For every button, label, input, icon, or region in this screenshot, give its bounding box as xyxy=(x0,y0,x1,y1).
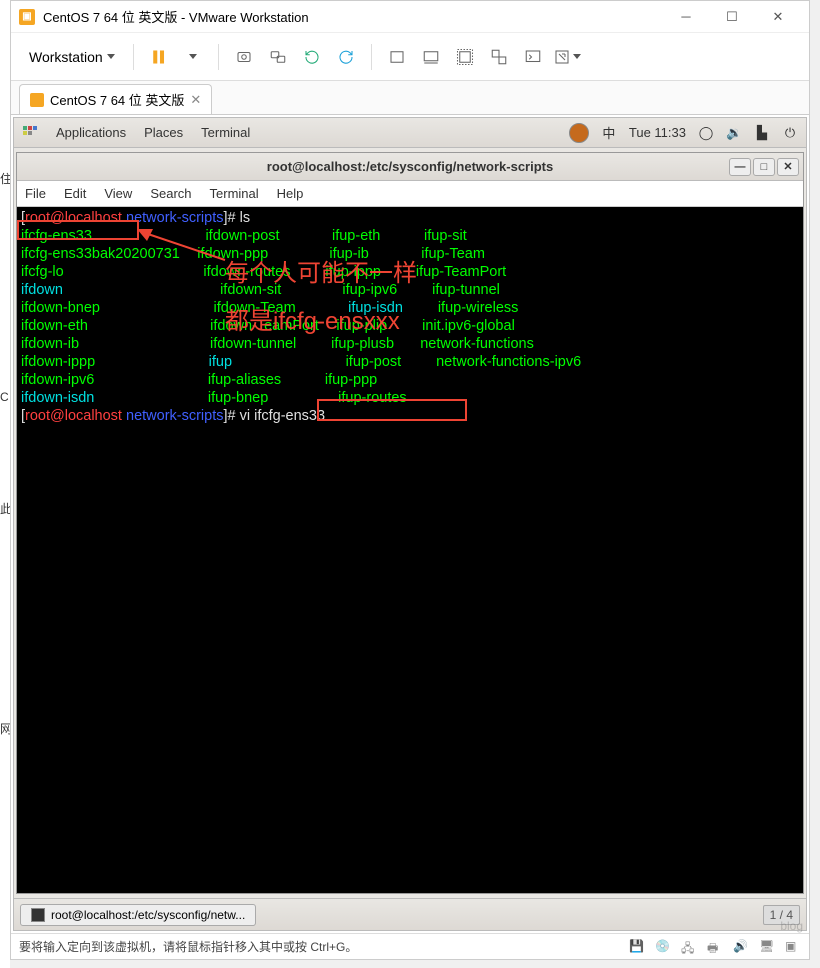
status-hint: 要将输入定向到该虚拟机，请将鼠标指针移入其中或按 Ctrl+G。 xyxy=(19,938,357,955)
printer-icon[interactable]: 🖶 xyxy=(707,939,723,955)
view-single-button[interactable] xyxy=(382,42,412,72)
net-icon[interactable]: 🖧 xyxy=(681,939,697,955)
annotation-box-1 xyxy=(17,220,139,240)
volume-icon[interactable]: 🔉 xyxy=(726,125,742,141)
vmware-toolbar: Workstation xyxy=(11,33,809,81)
vmware-window: ▣ CentOS 7 64 位 英文版 - VMware Workstation… xyxy=(10,0,810,960)
hd-icon[interactable]: 💾 xyxy=(629,939,645,955)
desktop-letter: C xyxy=(0,390,9,404)
vmware-titlebar: ▣ CentOS 7 64 位 英文版 - VMware Workstation… xyxy=(11,1,809,33)
accessibility-icon[interactable]: ◯ xyxy=(698,125,714,141)
annotation-text-2: 都是ifcfg-ensxxx xyxy=(225,307,400,337)
workstation-menu[interactable]: Workstation xyxy=(21,45,123,69)
term-menu-search[interactable]: Search xyxy=(150,186,191,201)
terminal-menu-bar: File Edit View Search Terminal Help xyxy=(17,181,803,207)
gnome-top-bar: Applications Places Terminal 中 Tue 11:33… xyxy=(14,118,806,148)
terminal-window: root@localhost:/etc/sysconfig/network-sc… xyxy=(16,152,804,894)
snapshot-manage-button[interactable] xyxy=(263,42,293,72)
vmware-status-bar: 要将输入定向到该虚拟机，请将鼠标指针移入其中或按 Ctrl+G。 💾 💿 🖧 🖶… xyxy=(11,933,809,959)
gnome-places-menu[interactable]: Places xyxy=(144,125,183,140)
term-menu-terminal[interactable]: Terminal xyxy=(210,186,259,201)
play-dropdown-icon[interactable] xyxy=(178,42,208,72)
gnome-bottom-panel: root@localhost:/etc/sysconfig/netw... 1 … xyxy=(14,898,806,930)
stretch-button[interactable] xyxy=(552,42,582,72)
annotation-arrow-icon xyxy=(135,225,235,265)
vmware-logo-icon: ▣ xyxy=(19,9,35,25)
snapshot-button[interactable] xyxy=(229,42,259,72)
chevron-down-icon xyxy=(107,54,115,59)
term-menu-view[interactable]: View xyxy=(104,186,132,201)
watermark: blog xyxy=(780,919,803,933)
minimize-button[interactable]: ─ xyxy=(663,2,709,32)
console-button[interactable] xyxy=(518,42,548,72)
term-maximize-button[interactable]: □ xyxy=(753,158,775,176)
terminal-task-icon xyxy=(31,908,45,922)
view-console-button[interactable] xyxy=(416,42,446,72)
usb-icon[interactable]: ▣ xyxy=(785,939,801,955)
annotation-text-1: 每个人可能不一样 xyxy=(225,259,417,289)
taskbar-terminal-button[interactable]: root@localhost:/etc/sysconfig/netw... xyxy=(20,904,256,926)
term-menu-help[interactable]: Help xyxy=(277,186,304,201)
display-icon[interactable]: 🖥 xyxy=(759,939,775,955)
terminal-titlebar[interactable]: root@localhost:/etc/sysconfig/network-sc… xyxy=(17,153,803,181)
notification-icon[interactable] xyxy=(569,123,589,143)
revert-button[interactable] xyxy=(297,42,327,72)
close-button[interactable]: ✕ xyxy=(755,2,801,32)
pause-button[interactable] xyxy=(144,42,174,72)
vmware-tabstrip: CentOS 7 64 位 英文版 ✕ xyxy=(11,81,809,115)
power-icon[interactable]: ⏻ xyxy=(782,125,798,141)
term-close-button[interactable]: ✕ xyxy=(777,158,799,176)
network-icon[interactable]: ▙ xyxy=(754,125,770,141)
tab-vm-icon xyxy=(30,93,44,107)
tab-close-icon[interactable]: ✕ xyxy=(190,92,201,108)
cd-icon[interactable]: 💿 xyxy=(655,939,671,955)
guest-display[interactable]: Applications Places Terminal 中 Tue 11:33… xyxy=(13,117,807,931)
activities-icon[interactable] xyxy=(22,125,38,141)
clock[interactable]: Tue 11:33 xyxy=(629,125,686,140)
vm-tab[interactable]: CentOS 7 64 位 英文版 ✕ xyxy=(19,84,212,114)
forward-button[interactable] xyxy=(331,42,361,72)
gnome-applications-menu[interactable]: Applications xyxy=(56,125,126,140)
terminal-body[interactable]: [root@localhost network-scripts]# ls ifc… xyxy=(17,207,803,893)
sound-icon[interactable]: 🔊 xyxy=(733,939,749,955)
annotation-box-2 xyxy=(317,399,467,421)
term-minimize-button[interactable]: — xyxy=(729,158,751,176)
fullscreen-button[interactable] xyxy=(450,42,480,72)
maximize-button[interactable]: ☐ xyxy=(709,2,755,32)
term-menu-edit[interactable]: Edit xyxy=(64,186,86,201)
gnome-terminal-menu[interactable]: Terminal xyxy=(201,125,250,140)
vmware-title: CentOS 7 64 位 英文版 - VMware Workstation xyxy=(43,7,663,26)
ime-indicator[interactable]: 中 xyxy=(601,123,617,142)
term-menu-file[interactable]: File xyxy=(25,186,46,201)
unity-button[interactable] xyxy=(484,42,514,72)
